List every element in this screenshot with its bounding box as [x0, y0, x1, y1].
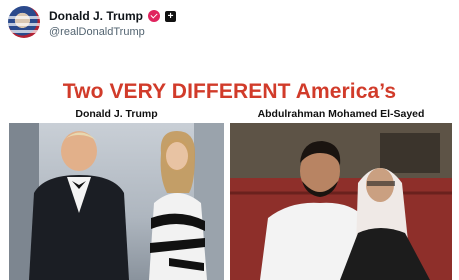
author-avatar[interactable]	[8, 6, 40, 38]
plus-icon[interactable]: +	[165, 10, 177, 22]
post-headline: Two VERY DIFFERENT America’s	[62, 80, 397, 103]
author-handle[interactable]: @realDonaldTrump	[49, 26, 145, 38]
left-panel: Donald J. Trump	[9, 108, 224, 280]
right-panel-label: Abdulrahman Mohamed El-Sayed	[257, 108, 425, 120]
right-photo-illustration	[230, 123, 452, 280]
left-photo[interactable]	[9, 123, 224, 280]
author-display-name[interactable]: Donald J. Trump	[49, 9, 143, 23]
author-name-row: Donald J. Trump +	[49, 9, 177, 23]
right-photo[interactable]	[230, 123, 452, 280]
left-photo-illustration	[9, 123, 224, 280]
left-panel-label: Donald J. Trump	[75, 108, 158, 120]
right-panel: Abdulrahman Mohamed El-Sayed	[230, 108, 452, 280]
post-header: Donald J. Trump + @realDonaldTrump	[0, 0, 459, 46]
verified-badge-icon	[148, 10, 161, 22]
